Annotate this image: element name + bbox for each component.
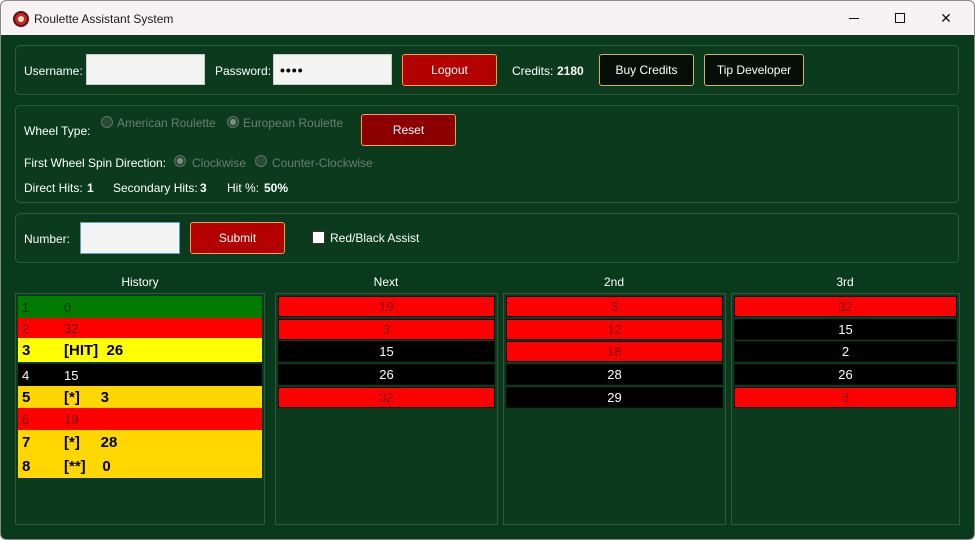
secondary-hits-value: 3 xyxy=(200,181,207,195)
next-number-cell: 3 xyxy=(278,318,495,340)
close-icon: ✕ xyxy=(940,9,952,26)
title-bar[interactable]: Roulette Assistant System ✕ xyxy=(1,1,974,35)
history-row[interactable]: 10 xyxy=(18,296,262,318)
counter-clockwise-label[interactable]: Counter-Clockwise xyxy=(272,156,373,170)
settings-panel: Wheel Type: American Roulette European R… xyxy=(15,105,959,203)
hit-percent-label: Hit %: xyxy=(227,181,260,195)
next-number-cell: 19 xyxy=(278,296,495,317)
second-number-cell: 28 xyxy=(506,364,723,386)
history-value: [HIT] 26 xyxy=(64,341,124,359)
red-black-assist-checkbox[interactable] xyxy=(312,231,325,244)
history-value: 32 xyxy=(64,320,79,336)
client-area: Username: Password: Logout Credits: 2180… xyxy=(5,35,972,537)
history-row[interactable]: 2 32 xyxy=(18,318,262,338)
history-index: 7 xyxy=(22,433,31,451)
maximize-button[interactable] xyxy=(877,1,923,35)
next-number-cell: 26 xyxy=(278,364,495,386)
password-label: Password: xyxy=(215,64,272,78)
history-value: [*] 3 xyxy=(64,388,110,406)
history-index: 8 xyxy=(22,457,31,475)
number-input[interactable] xyxy=(80,222,180,254)
history-index: 3 xyxy=(22,341,31,359)
hit-percent-value: 50% xyxy=(264,181,289,195)
entry-panel: Number: Submit Red/Black Assist xyxy=(15,213,959,263)
username-label: Username: xyxy=(24,64,83,78)
history-value: 19 xyxy=(64,411,79,427)
password-input[interactable] xyxy=(273,54,392,85)
european-roulette-radio[interactable] xyxy=(227,116,239,128)
submit-button[interactable]: Submit xyxy=(190,222,285,254)
logout-button[interactable]: Logout xyxy=(402,54,497,86)
second-number-cell: 29 xyxy=(506,386,723,408)
history-value: 15 xyxy=(64,367,79,383)
minimize-icon xyxy=(849,17,859,19)
history-value: [*] 28 xyxy=(64,433,118,451)
window-title: Roulette Assistant System xyxy=(34,12,174,26)
secondary-hits-label: Secondary Hits: xyxy=(113,181,198,195)
clockwise-radio[interactable] xyxy=(174,155,186,167)
history-row[interactable]: 6 19 xyxy=(18,408,262,430)
history-title: History xyxy=(121,275,159,289)
minimize-button[interactable] xyxy=(831,1,877,35)
history-row[interactable]: 3 [HIT] 26 xyxy=(18,338,262,362)
account-panel: Username: Password: Logout Credits: 2180… xyxy=(15,45,959,95)
third-number-cell: 15 xyxy=(734,318,957,340)
history-list: 1 0 2 32 3 [HIT] 26 4 15 5 [*] 3 6 19 7 [*] 28 8 [**] 0 xyxy=(15,293,265,525)
app-window: Roulette Assistant System ✕ Username: Pa… xyxy=(0,0,975,540)
history-value: 0 xyxy=(64,299,72,315)
spin-direction-label: First Wheel Spin Direction: xyxy=(24,156,167,170)
second-number-cell: 3 xyxy=(506,296,723,317)
third-number-cell: 32 xyxy=(734,296,957,317)
red-black-assist-label[interactable]: Red/Black Assist xyxy=(330,231,419,245)
second-number-cell: 12 xyxy=(506,318,723,340)
history-row[interactable]: 8 [**] 0 xyxy=(18,454,262,478)
next-list: 19 3 15 26 32 xyxy=(275,293,498,525)
history-index: 4 xyxy=(22,367,30,383)
buy-credits-button[interactable]: Buy Credits xyxy=(599,54,694,86)
number-label: Number: xyxy=(24,232,71,246)
third-number-cell: 3 xyxy=(734,386,957,408)
third-number-cell: 2 xyxy=(734,341,957,363)
history-value: [**] 0 xyxy=(64,457,111,475)
tip-developer-button[interactable]: Tip Developer xyxy=(704,54,804,86)
second-number-cell: 18 xyxy=(506,341,723,363)
history-index: 6 xyxy=(22,411,30,427)
close-button[interactable]: ✕ xyxy=(923,1,969,35)
history-row[interactable]: 5 [*] 3 xyxy=(18,386,262,408)
history-row[interactable]: 4 15 xyxy=(18,364,262,386)
history-index: 5 xyxy=(22,388,31,406)
third-title: 3rd xyxy=(836,275,854,289)
third-number-cell: 26 xyxy=(734,364,957,386)
history-index: 1 xyxy=(22,299,30,315)
third-list: 32 15 2 26 3 xyxy=(731,293,960,525)
history-index: 2 xyxy=(22,320,30,336)
next-number-cell: 32 xyxy=(278,386,495,408)
counter-clockwise-radio[interactable] xyxy=(255,155,267,167)
wheel-type-label: Wheel Type: xyxy=(24,124,91,138)
american-roulette-label[interactable]: American Roulette xyxy=(117,116,216,130)
clockwise-label[interactable]: Clockwise xyxy=(192,156,246,170)
history-row[interactable]: 7 [*] 28 xyxy=(18,430,262,454)
american-roulette-radio[interactable] xyxy=(101,116,113,128)
reset-button[interactable]: Reset xyxy=(361,114,456,146)
european-roulette-label[interactable]: European Roulette xyxy=(243,116,343,130)
credits-value: 2180 xyxy=(557,64,584,78)
direct-hits-label: Direct Hits: xyxy=(24,181,83,195)
next-title: Next xyxy=(373,275,399,289)
username-input[interactable] xyxy=(86,54,205,85)
direct-hits-value: 1 xyxy=(87,181,94,195)
second-title: 2nd xyxy=(603,275,625,289)
credits-label: Credits: xyxy=(512,64,554,78)
second-list: 3 12 18 28 29 xyxy=(503,293,726,525)
roulette-wheel-icon xyxy=(13,11,29,27)
next-number-cell: 15 xyxy=(278,341,495,363)
maximize-icon xyxy=(895,13,905,23)
